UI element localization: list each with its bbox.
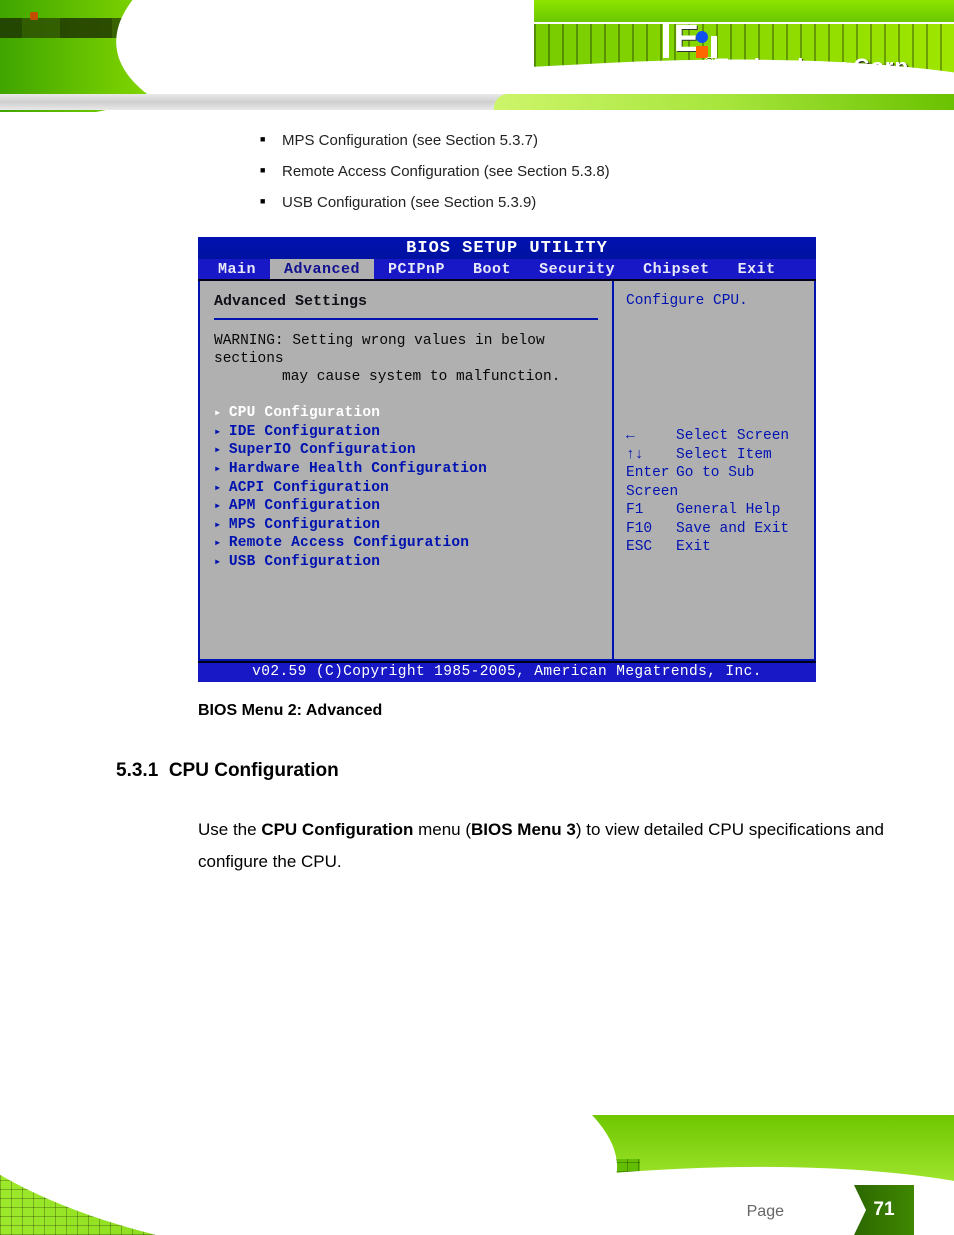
bios-menu-item[interactable]: APM Configuration [214,497,598,516]
logo-mark: E [663,20,719,58]
body-paragraph: Use the CPU Configuration menu (BIOS Men… [198,814,884,879]
bios-left-heading: Advanced Settings [214,293,598,310]
bullet-item: USB Configuration (see Section 5.3.9) [260,194,884,211]
page-label-wrap: Page [747,1203,794,1221]
bios-warning-line2: may cause system to malfunction. [282,369,560,385]
bios-menu-item[interactable]: SuperIO Configuration [214,441,598,460]
bullet-item: Remote Access Configuration (see Section… [260,163,884,180]
bios-left-pane: Advanced Settings WARNING: Setting wrong… [200,281,614,659]
logo: E [663,20,719,58]
bios-tab-bar: Main Advanced PCIPnP Boot Security Chips… [198,259,816,281]
key-desc: Save and Exit [676,521,789,537]
page-content: MPS Configuration (see Section 5.3.7) Re… [0,120,954,879]
p-menu: CPU Configuration [261,820,413,839]
section-heading: 5.3.1 CPU Configuration [116,760,884,782]
bios-title: BIOS SETUP UTILITY [198,237,816,259]
bullet-item: MPS Configuration (see Section 5.3.7) [260,132,884,149]
bios-divider [214,318,598,320]
bios-tab-chipset[interactable]: Chipset [629,259,724,279]
logo-bar [663,24,669,58]
key: ESC [626,538,676,557]
page-number: 71 [873,1199,894,1221]
logo-dot-blue [696,31,708,43]
bios-menu-item[interactable]: MPS Configuration [214,516,598,535]
p-mid: menu ( [413,820,471,839]
page-footer: Page 71 [0,1115,954,1235]
key: ← [626,427,676,446]
bios-menu-item-selected[interactable]: CPU Configuration [214,404,598,423]
bios-footer: v02.59 (C)Copyright 1985-2005, American … [198,661,816,682]
section-title: CPU Configuration [169,760,339,781]
bios-tab-main[interactable]: Main [204,259,270,279]
key: Enter [626,464,676,483]
bios-right-pane: Configure CPU. ←Select Screen ↑↓Select I… [614,281,814,659]
key-desc: Select Item [676,447,772,463]
bios-tab-advanced[interactable]: Advanced [270,259,374,279]
bios-tab-pcipnp[interactable]: PCIPnP [374,259,459,279]
p-pre: Use the [198,820,261,839]
bios-help-text: Configure CPU. [626,293,802,309]
bios-menu-item[interactable]: ACPI Configuration [214,479,598,498]
bios-tab-security[interactable]: Security [525,259,629,279]
bios-warning: WARNING: Setting wrong values in below s… [214,332,598,386]
bios-menu-item[interactable]: Remote Access Configuration [214,534,598,553]
key-desc: Exit [676,539,711,555]
page-header: E ®Technology Corp. [0,0,954,112]
figure-caption: BIOS Menu 2: Advanced [198,702,884,720]
bios-menu-item[interactable]: Hardware Health Configuration [214,460,598,479]
header-top-green [534,0,954,22]
bios-tab-boot[interactable]: Boot [459,259,525,279]
bios-menu-item[interactable]: USB Configuration [214,553,598,572]
key: F1 [626,501,676,520]
bios-body: Advanced Settings WARNING: Setting wrong… [198,281,816,661]
key-desc: General Help [676,502,780,518]
key: F10 [626,520,676,539]
bios-menu-item[interactable]: IDE Configuration [214,423,598,442]
section-number: 5.3.1 [116,760,158,781]
key: ↑↓ [626,446,676,465]
footer-white-pill: Page [424,1187,854,1235]
bios-tab-exit[interactable]: Exit [724,259,790,279]
bios-key-legend: ←Select Screen ↑↓Select Item EnterGo to … [626,427,802,557]
key-desc: Select Screen [676,428,789,444]
p-ref: BIOS Menu 3 [471,820,576,839]
bullet-list: MPS Configuration (see Section 5.3.7) Re… [260,132,884,211]
bios-screenshot: BIOS SETUP UTILITY Main Advanced PCIPnP … [198,237,816,682]
bios-warning-line1: WARNING: Setting wrong values in below s… [214,333,545,367]
header-green-lip [494,94,954,110]
page-label: Page [747,1203,784,1220]
